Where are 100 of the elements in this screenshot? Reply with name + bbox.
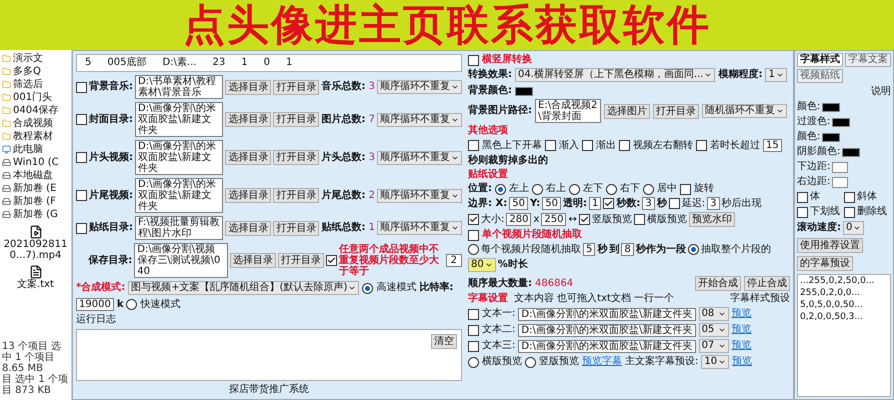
dropdown[interactable]: 图与视频+文案【乱序随机组合】(默认去除原声) bbox=[128, 281, 360, 295]
dropdown[interactable]: 07 bbox=[698, 339, 729, 353]
button[interactable]: 选择目录 bbox=[230, 253, 276, 268]
checkbox[interactable] bbox=[76, 190, 87, 201]
checkbox[interactable] bbox=[545, 140, 556, 151]
text-field[interactable] bbox=[832, 162, 848, 172]
checkbox[interactable] bbox=[844, 192, 855, 202]
list-item[interactable]: 0,2,0,0,50,3... bbox=[800, 311, 888, 323]
dropdown[interactable]: 顺序循环不重复 bbox=[377, 221, 462, 235]
nav-item[interactable]: 教程素材 bbox=[2, 130, 69, 143]
text-field[interactable]: 5 bbox=[583, 243, 596, 256]
radio-button[interactable] bbox=[468, 244, 479, 255]
dropdown[interactable]: 随机循环不重复 bbox=[702, 104, 787, 118]
text-field[interactable]: 15 bbox=[763, 139, 782, 152]
text-field[interactable]: D:\画像分割\视频保存三\测试视频\040 bbox=[134, 243, 228, 278]
nav-item[interactable]: Win10 (C bbox=[2, 156, 69, 169]
file-item[interactable]: 20210928110...7).mp4 bbox=[2, 225, 70, 261]
radio-button[interactable] bbox=[532, 184, 543, 194]
nav-item[interactable]: 新加卷 (E bbox=[2, 182, 69, 195]
nav-item[interactable]: 001门头 bbox=[2, 91, 69, 104]
button[interactable]: 停止合成 bbox=[744, 276, 790, 291]
button[interactable]: 选择目录 bbox=[225, 80, 272, 94]
color-swatch[interactable] bbox=[832, 118, 850, 126]
button[interactable]: 打开目录 bbox=[278, 253, 324, 268]
text-field[interactable]: E:\合成视频2\背景封面 bbox=[535, 99, 601, 123]
checkbox[interactable] bbox=[578, 214, 590, 225]
preview-link[interactable]: 预览 bbox=[732, 324, 752, 336]
checkbox[interactable] bbox=[634, 214, 645, 225]
dropdown[interactable]: 05 bbox=[698, 323, 729, 337]
nav-item[interactable]: 此电脑 bbox=[2, 143, 69, 156]
checkbox[interactable] bbox=[468, 214, 479, 225]
checkbox[interactable] bbox=[76, 114, 87, 125]
preview-link[interactable]: 预览 bbox=[732, 340, 752, 352]
button[interactable]: 打开目录 bbox=[273, 220, 320, 236]
dropdown[interactable]: 80 bbox=[468, 258, 496, 272]
checkbox[interactable] bbox=[582, 140, 593, 151]
text-field[interactable]: 250 bbox=[541, 213, 566, 226]
radio-button[interactable] bbox=[569, 184, 580, 194]
text-field[interactable]: D:\书单素材\教程素材\背景音乐 bbox=[135, 75, 224, 99]
checkbox[interactable] bbox=[797, 206, 808, 218]
dropdown[interactable]: 顺序循环不重复 bbox=[377, 188, 462, 202]
text-field[interactable]: 50 bbox=[542, 197, 562, 210]
radio-button[interactable] bbox=[362, 282, 374, 294]
list-item[interactable]: 255,0,2,0,0... bbox=[800, 287, 888, 299]
text-field[interactable]: 2 bbox=[446, 254, 462, 267]
button[interactable]: 的字幕预设 bbox=[797, 256, 853, 271]
list-item[interactable]: 5,0,5,0,0,50... bbox=[800, 299, 888, 311]
color-swatch[interactable] bbox=[515, 86, 533, 96]
checkbox[interactable] bbox=[603, 198, 614, 209]
tab[interactable]: 视频贴纸 bbox=[797, 69, 843, 83]
checkbox[interactable] bbox=[844, 206, 855, 218]
file-item[interactable]: 文案.txt bbox=[2, 265, 70, 290]
dropdown[interactable]: 08 bbox=[698, 307, 729, 321]
button[interactable]: 使用推荐设置 bbox=[797, 238, 863, 253]
checkbox[interactable] bbox=[797, 192, 808, 202]
radio-button[interactable] bbox=[468, 356, 479, 368]
dropdown[interactable]: 04.横屏转竖屏（上下黑色模糊，画面同... bbox=[515, 68, 716, 82]
checkbox[interactable] bbox=[468, 308, 479, 320]
dropdown[interactable]: 顺序循环不重复 bbox=[377, 112, 462, 126]
checkbox[interactable] bbox=[668, 198, 680, 209]
radio-button[interactable] bbox=[495, 184, 506, 194]
button[interactable]: 选择目录 bbox=[225, 150, 272, 165]
radio-button[interactable] bbox=[126, 299, 138, 310]
text-field[interactable]: F:\视频批量剪辑教程\图片水印 bbox=[135, 216, 224, 240]
checkbox[interactable] bbox=[680, 184, 691, 194]
nav-item[interactable]: 演示文 bbox=[2, 52, 69, 65]
text-field[interactable]: D:\画像分割\的米双面胶盐\新建文件夹 bbox=[135, 102, 224, 137]
nav-item[interactable]: 本地磁盘 bbox=[2, 169, 69, 182]
text-field[interactable]: D:\画像分割\的米双面胶盐\新建文件夹 bbox=[135, 178, 224, 213]
checkbox[interactable] bbox=[468, 230, 479, 240]
button[interactable]: 选择目录 bbox=[225, 220, 272, 236]
button[interactable]: 打开目录 bbox=[273, 112, 320, 127]
color-swatch[interactable] bbox=[822, 102, 840, 112]
text-field[interactable] bbox=[832, 176, 848, 188]
radio-button[interactable] bbox=[688, 244, 699, 255]
nav-item[interactable]: 筛选后 bbox=[2, 78, 69, 91]
checkbox[interactable] bbox=[619, 140, 630, 151]
nav-item[interactable]: 多多Q bbox=[2, 65, 69, 78]
button[interactable]: 选择目录 bbox=[225, 188, 272, 203]
text-field[interactable]: 3 bbox=[707, 197, 720, 210]
nav-item[interactable]: 新加卷 (G bbox=[2, 208, 69, 221]
nav-item[interactable]: 新加卷 (F bbox=[2, 195, 69, 208]
text-field[interactable]: 50 bbox=[509, 197, 528, 210]
list-item[interactable]: ...255,0,2,50,0... bbox=[800, 275, 888, 287]
button[interactable]: 打开目录 bbox=[653, 104, 699, 118]
text-field[interactable]: 3 bbox=[642, 197, 655, 210]
button[interactable]: 清空 bbox=[431, 334, 457, 349]
text-field[interactable]: 1 bbox=[589, 197, 602, 210]
button[interactable]: 选择图片 bbox=[604, 104, 650, 118]
button[interactable]: 打开目录 bbox=[273, 188, 320, 203]
text-field[interactable]: D:\画像分割\的米双面胶盐\新建文件夹 bbox=[518, 340, 696, 352]
dropdown[interactable]: 顺序循环不重复 bbox=[377, 150, 462, 164]
preview-link[interactable]: 预览字幕 bbox=[582, 356, 622, 368]
checkbox[interactable] bbox=[76, 152, 87, 163]
button[interactable]: 打开目录 bbox=[273, 80, 320, 94]
text-field[interactable]: D:\画像分割\的米双面胶盐\新建文件夹 bbox=[518, 324, 696, 336]
radio-button[interactable] bbox=[525, 356, 536, 368]
checkbox[interactable] bbox=[76, 222, 87, 234]
checkbox[interactable] bbox=[696, 140, 707, 151]
checkbox[interactable] bbox=[468, 340, 479, 352]
